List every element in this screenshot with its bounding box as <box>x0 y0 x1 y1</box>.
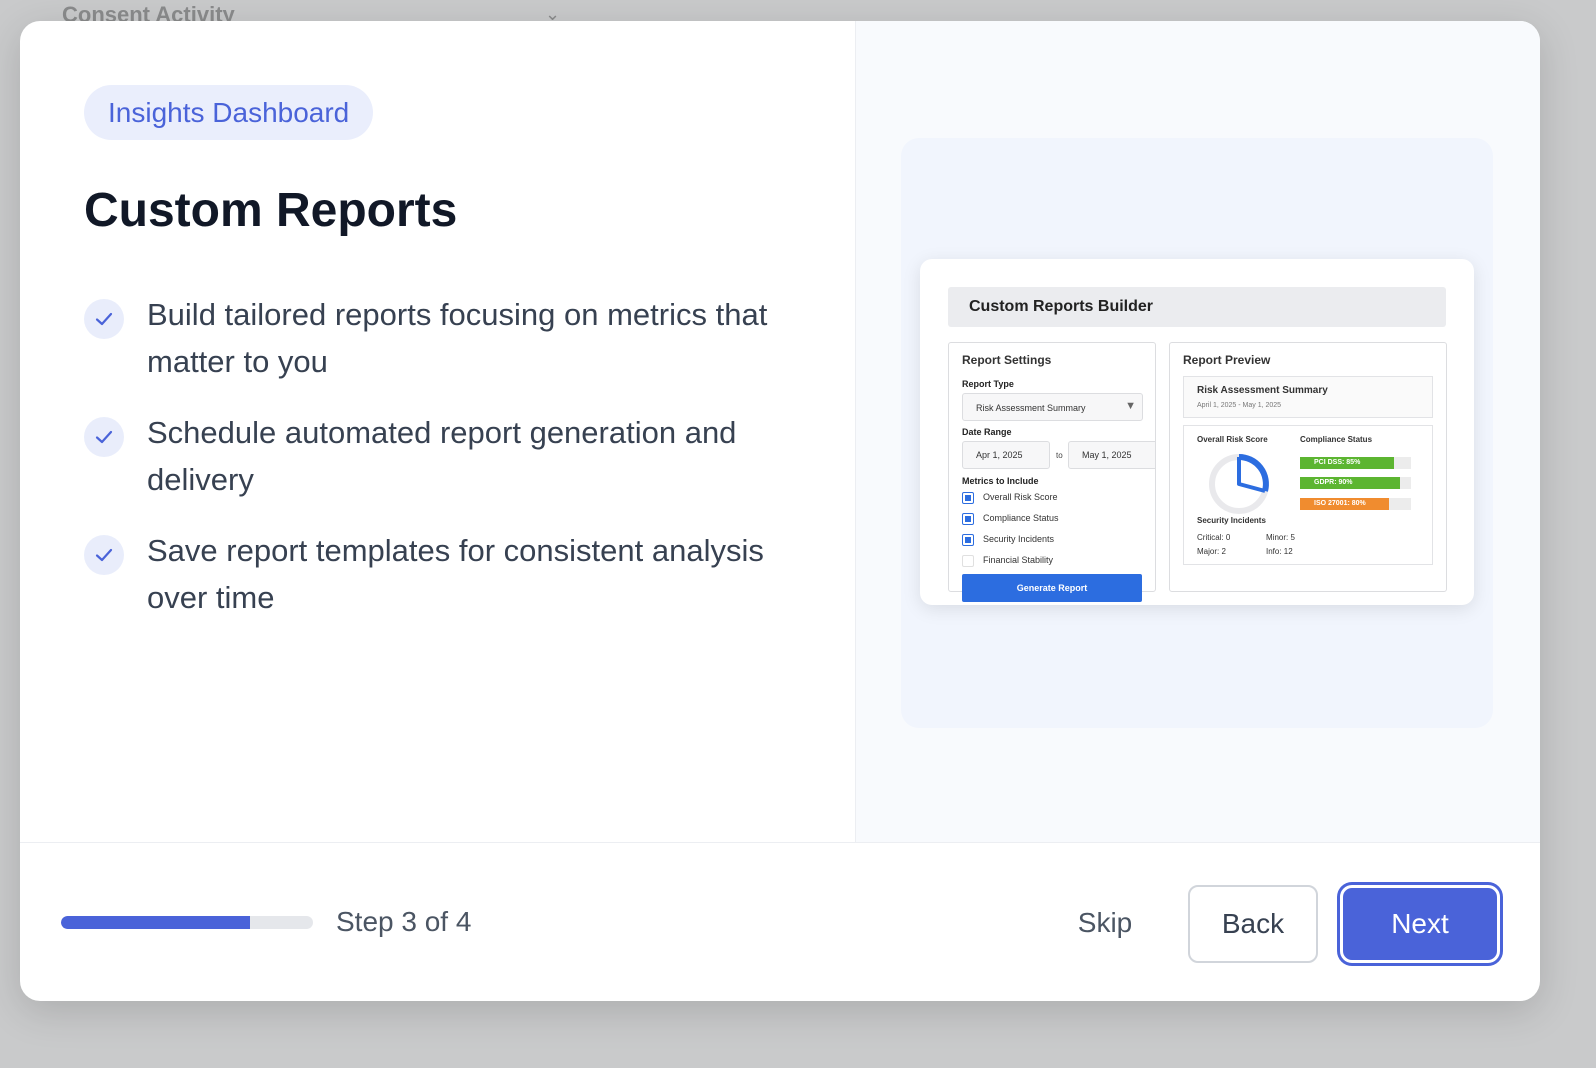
checkbox-unchecked-icon <box>962 555 974 567</box>
metric-label: Financial Stability <box>983 555 1054 565</box>
back-button[interactable]: Back <box>1188 885 1318 963</box>
report-settings-panel: Report Settings Report Type Risk Assessm… <box>948 342 1156 592</box>
compliance-label: Compliance Status <box>1300 435 1373 444</box>
builder-header: Custom Reports Builder <box>948 287 1446 327</box>
backdrop-title: Consent Activity <box>62 2 235 22</box>
incident-count: Minor: 5 <box>1266 533 1295 542</box>
summary-date: April 1, 2025 - May 1, 2025 <box>1197 402 1282 409</box>
progress-fill <box>61 916 250 929</box>
date-to-label: to <box>1056 451 1063 460</box>
illustration-pane: Custom Reports Builder Report Settings R… <box>856 21 1540 842</box>
preview-body: Overall Risk Score Compliance Status PCI… <box>1183 425 1433 565</box>
incident-count: Info: 12 <box>1266 547 1293 556</box>
progress-bar <box>61 916 313 929</box>
incident-count: Major: 2 <box>1197 547 1226 556</box>
content-pane: Insights Dashboard Custom Reports Build … <box>20 21 856 842</box>
check-icon <box>84 535 124 575</box>
compliance-bar-fill: GDPR: 90% <box>1300 477 1400 489</box>
compliance-bar-fill: ISO 27001: 80% <box>1300 498 1389 510</box>
checkbox-checked-icon <box>962 534 974 546</box>
step-indicator: Step 3 of 4 <box>336 906 472 937</box>
report-preview-panel: Report Preview Risk Assessment Summary A… <box>1169 342 1447 592</box>
feature-text: Schedule automated report generation and… <box>147 415 737 497</box>
summary-box: Risk Assessment Summary April 1, 2025 - … <box>1183 376 1433 418</box>
incidents-label: Security Incidents <box>1197 516 1266 525</box>
check-icon <box>84 299 124 339</box>
modal-footer: Step 3 of 4 Skip Back Next <box>20 842 1540 1001</box>
metric-label: Overall Risk Score <box>983 492 1058 502</box>
feature-item: Build tailored reports focusing on metri… <box>84 291 804 409</box>
metrics-label: Metrics to Include <box>962 476 1039 486</box>
settings-title: Report Settings <box>962 353 1052 367</box>
generate-report-button: Generate Report <box>962 574 1142 602</box>
checkbox-checked-icon <box>962 492 974 504</box>
feature-list: Build tailored reports focusing on metri… <box>84 291 804 645</box>
date-range-label: Date Range <box>962 427 1012 437</box>
date-to-field: May 1, 2025 <box>1068 441 1155 469</box>
date-from-field: Apr 1, 2025 <box>962 441 1050 469</box>
feature-text: Build tailored reports focusing on metri… <box>147 297 768 379</box>
next-button[interactable]: Next <box>1340 885 1500 963</box>
incident-count: Critical: 0 <box>1197 533 1231 542</box>
compliance-bar: ISO 27001: 80% <box>1300 498 1411 510</box>
check-icon <box>84 417 124 457</box>
report-type-select: Risk Assessment Summary ▼ <box>962 393 1143 421</box>
metric-label: Security Incidents <box>983 534 1055 544</box>
feature-item: Save report templates for consistent ana… <box>84 527 804 645</box>
dropdown-arrow-icon: ▼ <box>1125 400 1136 412</box>
preview-title: Report Preview <box>1183 353 1271 367</box>
onboarding-modal: Insights Dashboard Custom Reports Build … <box>20 21 1540 1001</box>
compliance-bar-fill: PCI DSS: 85% <box>1300 457 1395 469</box>
compliance-bar: PCI DSS: 85% <box>1300 457 1411 469</box>
section-badge: Insights Dashboard <box>84 85 374 140</box>
feature-item: Schedule automated report generation and… <box>84 409 804 527</box>
metric-label: Compliance Status <box>983 513 1059 523</box>
feature-text: Save report templates for consistent ana… <box>147 533 764 615</box>
report-type-value: Risk Assessment Summary <box>976 403 1086 413</box>
summary-title: Risk Assessment Summary <box>1197 385 1328 396</box>
compliance-bar: GDPR: 90% <box>1300 477 1411 489</box>
page-title: Custom Reports <box>84 184 458 237</box>
skip-button[interactable]: Skip <box>1060 898 1150 948</box>
checkbox-checked-icon <box>962 513 974 525</box>
report-type-label: Report Type <box>962 379 1014 389</box>
report-builder-illustration: Custom Reports Builder Report Settings R… <box>920 259 1474 605</box>
